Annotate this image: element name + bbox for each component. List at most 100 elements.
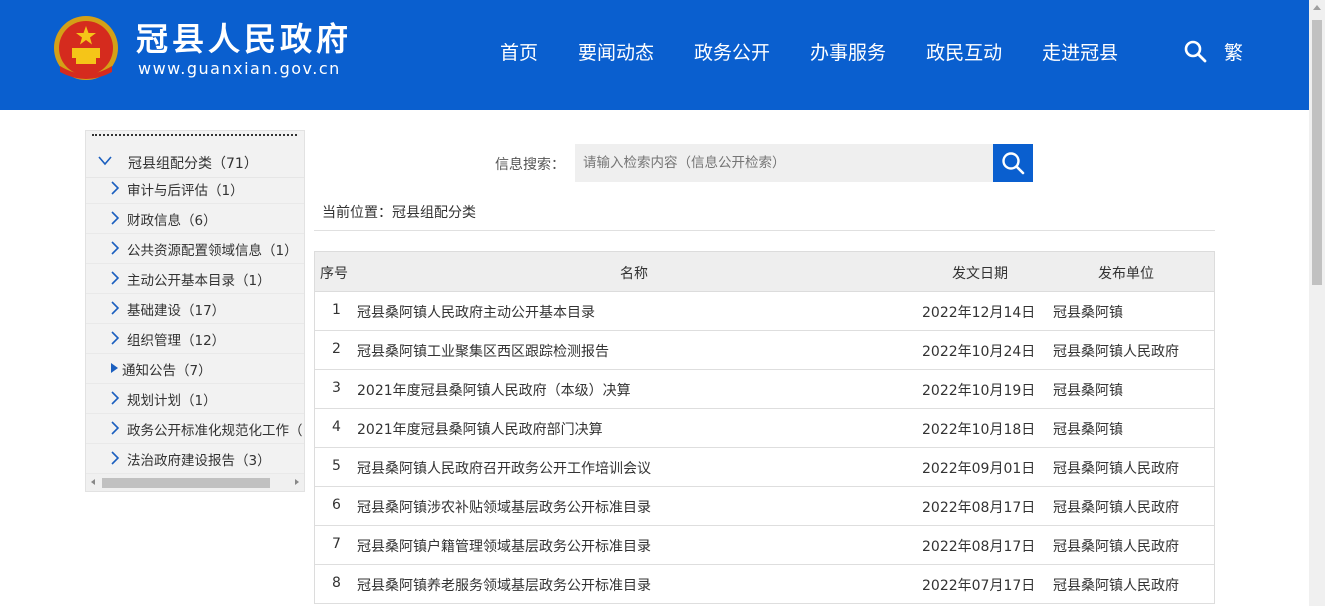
tree-item-label: 规划计划（1）	[127, 393, 217, 409]
hscrollbar-thumb[interactable]	[102, 478, 270, 488]
tree-item-label: 审计与后评估（1）	[127, 183, 244, 199]
site-title[interactable]: 冠县人民政府	[136, 14, 352, 60]
row-date: 2022年08月17日	[922, 500, 1036, 516]
row-title[interactable]: 冠县桑阿镇涉农补贴领域基层政务公开标准目录	[357, 497, 651, 517]
tree-item[interactable]: 政务公开标准化规范化工作（	[86, 413, 304, 444]
row-date: 2022年08月17日	[922, 539, 1036, 555]
tree-item-label: 财政信息（6）	[127, 213, 217, 229]
chevron-right-icon	[111, 451, 120, 465]
chevron-right-icon	[111, 301, 120, 315]
main-nav: 首页 要闻动态 政务公开 办事服务 政民互动 走进冠县	[480, 38, 1138, 65]
scrollbar-thumb[interactable]	[1312, 20, 1322, 285]
table-row[interactable]: 3 2021年度冠县桑阿镇人民政府（本级）决算 2022年10月19日 冠县桑阿镇	[315, 370, 1214, 409]
row-title[interactable]: 2021年度冠县桑阿镇人民政府（本级）决算	[357, 380, 631, 400]
row-number: 7	[332, 536, 341, 552]
tree-item[interactable]: 公共资源配置领域信息（1）	[86, 233, 304, 264]
row-title[interactable]: 冠县桑阿镇人民政府主动公开基本目录	[357, 302, 595, 322]
site-url: www.guanxian.gov.cn	[138, 59, 341, 78]
table-row[interactable]: 2 冠县桑阿镇工业聚集区西区跟踪检测报告 2022年10月24日 冠县桑阿镇人民政府	[315, 331, 1214, 370]
row-date: 2022年09月01日	[922, 461, 1036, 477]
chevron-down-icon[interactable]	[98, 156, 112, 166]
chevron-right-icon	[111, 391, 120, 405]
tree-item[interactable]: 法治政府建设报告（3）	[86, 443, 304, 474]
scroll-right-icon[interactable]	[295, 479, 299, 485]
row-unit: 冠县桑阿镇	[1053, 305, 1123, 321]
row-unit: 冠县桑阿镇人民政府	[1053, 461, 1179, 477]
row-unit: 冠县桑阿镇	[1053, 422, 1123, 438]
table-row[interactable]: 8 冠县桑阿镇养老服务领域基层政务公开标准目录 2022年07月17日 冠县桑阿镇人民…	[315, 565, 1214, 604]
sidebar-hscrollbar[interactable]	[86, 474, 304, 491]
tree-item[interactable]: 主动公开基本目录（1）	[86, 263, 304, 294]
tree-item[interactable]: 财政信息（6）	[86, 203, 304, 234]
traditional-chinese-toggle[interactable]: 繁	[1224, 38, 1243, 65]
search-input[interactable]	[575, 144, 993, 182]
tree-item-label: 基础建设（17）	[127, 303, 226, 319]
breadcrumb: 当前位置：冠县组配分类	[322, 205, 476, 221]
header-date: 发文日期	[952, 266, 1008, 282]
row-number: 5	[332, 458, 341, 474]
table-row[interactable]: 6 冠县桑阿镇涉农补贴领域基层政务公开标准目录 2022年08月17日 冠县桑阿镇人民…	[315, 487, 1214, 526]
scroll-left-icon[interactable]	[91, 479, 95, 485]
search-icon	[1002, 152, 1025, 175]
row-date: 2022年12月14日	[922, 305, 1036, 321]
row-number: 1	[332, 302, 341, 318]
table-row[interactable]: 5 冠县桑阿镇人民政府召开政务公开工作培训会议 2022年09月01日 冠县桑阿镇人民…	[315, 448, 1214, 487]
row-number: 8	[332, 575, 341, 591]
table-row[interactable]: 4 2021年度冠县桑阿镇人民政府部门决算 2022年10月18日 冠县桑阿镇	[315, 409, 1214, 448]
row-number: 2	[332, 341, 341, 357]
search-icon[interactable]	[1183, 39, 1207, 63]
tree-item[interactable]: 组织管理（12）	[86, 323, 304, 354]
row-unit: 冠县桑阿镇	[1053, 383, 1123, 399]
table-header: 序号 名称 发文日期 发布单位	[315, 252, 1214, 292]
chevron-right-icon	[111, 421, 120, 435]
triangle-right-icon	[111, 363, 118, 373]
table-row[interactable]: 7 冠县桑阿镇户籍管理领域基层政务公开标准目录 2022年08月17日 冠县桑阿镇人民…	[315, 526, 1214, 565]
nav-services[interactable]: 办事服务	[810, 38, 886, 65]
row-title[interactable]: 2021年度冠县桑阿镇人民政府部门决算	[357, 419, 603, 439]
row-unit: 冠县桑阿镇人民政府	[1053, 539, 1179, 555]
tree-item-label: 通知公告（7）	[122, 363, 212, 379]
header-no: 序号	[320, 266, 348, 282]
nav-news[interactable]: 要闻动态	[578, 38, 654, 65]
tree-item-label: 政务公开标准化规范化工作（	[127, 423, 303, 439]
nav-gov-affairs[interactable]: 政务公开	[694, 38, 770, 65]
nav-about[interactable]: 走进冠县	[1042, 38, 1118, 65]
nav-home[interactable]: 首页	[500, 38, 538, 65]
nav-interaction[interactable]: 政民互动	[926, 38, 1002, 65]
row-date: 2022年10月24日	[922, 344, 1036, 360]
tree-root-label: 冠县组配分类（71）	[128, 156, 258, 172]
divider	[314, 230, 1215, 231]
tree-item-label: 主动公开基本目录（1）	[127, 273, 271, 289]
chevron-right-icon	[111, 211, 120, 225]
row-title[interactable]: 冠县桑阿镇人民政府召开政务公开工作培训会议	[357, 458, 651, 478]
row-unit: 冠县桑阿镇人民政府	[1053, 578, 1179, 594]
tree-item[interactable]: 规划计划（1）	[86, 383, 304, 414]
row-unit: 冠县桑阿镇人民政府	[1053, 344, 1179, 360]
site-header: 冠县人民政府 www.guanxian.gov.cn 首页 要闻动态 政务公开 …	[0, 0, 1309, 110]
row-number: 3	[332, 380, 341, 396]
chevron-right-icon	[111, 331, 120, 345]
row-title[interactable]: 冠县桑阿镇户籍管理领域基层政务公开标准目录	[357, 536, 651, 556]
row-title[interactable]: 冠县桑阿镇工业聚集区西区跟踪检测报告	[357, 341, 609, 361]
scroll-up-icon[interactable]	[1313, 5, 1321, 10]
row-date: 2022年07月17日	[922, 578, 1036, 594]
tree-item[interactable]: 审计与后评估（1）	[86, 173, 304, 204]
row-number: 6	[332, 497, 341, 513]
row-unit: 冠县桑阿镇人民政府	[1053, 500, 1179, 516]
tree-item-label: 法治政府建设报告（3）	[127, 453, 271, 469]
tree-item[interactable]: 通知公告（7）	[86, 353, 304, 384]
header-unit: 发布单位	[1098, 266, 1154, 282]
row-date: 2022年10月18日	[922, 422, 1036, 438]
page-scrollbar[interactable]	[1309, 0, 1325, 606]
national-emblem-icon[interactable]	[52, 14, 120, 82]
divider	[92, 134, 297, 136]
tree-item[interactable]: 基础建设（17）	[86, 293, 304, 324]
table-row[interactable]: 1 冠县桑阿镇人民政府主动公开基本目录 2022年12月14日 冠县桑阿镇	[315, 292, 1214, 331]
row-title[interactable]: 冠县桑阿镇养老服务领域基层政务公开标准目录	[357, 575, 651, 595]
search-button[interactable]	[993, 144, 1033, 182]
tree-item-label: 组织管理（12）	[127, 333, 226, 349]
category-tree: 冠县组配分类（71） 审计与后评估（1） 财政信息（6） 公共资源配置领域信息（1）…	[85, 130, 305, 492]
search-label: 信息搜索：	[495, 157, 565, 173]
tree-item-label: 公共资源配置领域信息（1）	[127, 243, 298, 259]
header-name: 名称	[620, 266, 648, 282]
